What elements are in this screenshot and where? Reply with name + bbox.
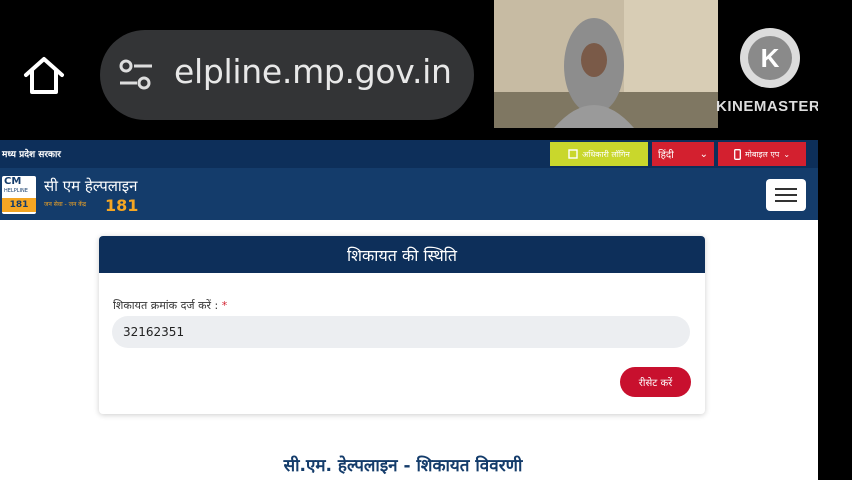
brand-tagline: जन सेवा - जन केंद्र — [44, 201, 87, 208]
gov-label: मध्य प्रदेश सरकार — [2, 150, 61, 160]
address-bar[interactable]: elpline.mp.gov.in — [100, 30, 474, 120]
mobile-icon — [734, 148, 741, 160]
field-label-text: शिकायत क्रमांक दर्ज करें : — [113, 299, 219, 312]
mobile-app-dropdown[interactable]: मोबाइल एप ⌄ — [718, 142, 806, 166]
chevron-down-icon: ⌄ — [783, 149, 791, 159]
logo-helpline-text: HELPLINE — [4, 188, 28, 194]
menu-hamburger-icon[interactable] — [766, 179, 806, 211]
complaint-number-input[interactable] — [112, 316, 690, 348]
card-title: शिकायत की स्थिति — [99, 236, 705, 273]
top-strip: मध्य प्रदेश सरकार अधिकारी लॉगिन हिंदी ⌄ … — [0, 140, 818, 168]
logo-cm-text: CM — [4, 176, 22, 187]
webpage: मध्य प्रदेश सरकार अधिकारी लॉगिन हिंदी ⌄ … — [0, 140, 818, 480]
kinemaster-watermark: KINEMASTER — [716, 98, 821, 115]
complaint-number-label: शिकायत क्रमांक दर्ज करें : * — [113, 298, 227, 313]
svg-text:K: K — [761, 43, 780, 73]
language-label: हिंदी — [658, 150, 674, 161]
black-border — [818, 0, 852, 480]
officer-login-button[interactable]: अधिकारी लॉगिन — [550, 142, 648, 166]
logo-number: 181 — [2, 198, 36, 212]
cm-helpline-logo[interactable]: CM HELPLINE 181 — [2, 176, 36, 214]
brand-title: सी एम हेल्पलाइन — [44, 177, 138, 195]
officer-login-label: अधिकारी लॉगिन — [582, 149, 630, 159]
mobile-app-label: मोबाइल एप — [744, 149, 780, 159]
complaint-status-card: शिकायत की स्थिति शिकायत क्रमांक दर्ज करे… — [99, 236, 705, 414]
site-settings-icon[interactable] — [118, 58, 154, 92]
required-mark: * — [221, 299, 228, 312]
complaint-details-heading: सी.एम. हेल्पलाइन - शिकायत विवरणी — [283, 456, 523, 476]
url-text[interactable]: elpline.mp.gov.in — [174, 52, 452, 91]
video-overlay — [494, 0, 718, 128]
login-icon — [568, 149, 578, 159]
reset-button[interactable]: रीसेट करें — [620, 367, 691, 397]
kinemaster-logo-icon: K — [740, 28, 800, 88]
video-frame — [494, 0, 718, 128]
chevron-down-icon: ⌄ — [699, 148, 708, 160]
site-header: CM HELPLINE 181 सी एम हेल्पलाइन जन सेवा … — [0, 168, 818, 220]
language-dropdown[interactable]: हिंदी ⌄ — [652, 142, 714, 166]
home-icon[interactable] — [22, 54, 66, 98]
brand-number: 181 — [105, 196, 139, 215]
